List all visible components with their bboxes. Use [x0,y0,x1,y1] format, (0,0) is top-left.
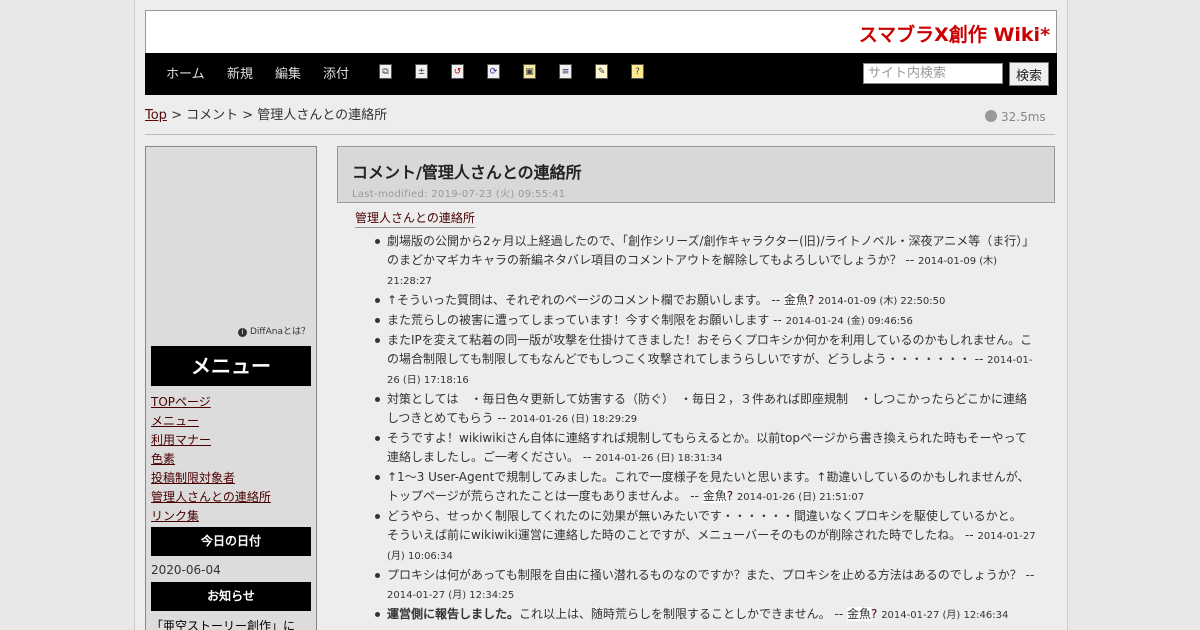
breadcrumb-current: 管理人さんとの連絡所 [257,108,388,123]
reload-icon[interactable]: ⟳ [487,64,500,79]
breadcrumb-comment-link[interactable]: コメント [186,108,238,123]
comment-item: どうやら、せっかく制限してくれたのに効果が無いみたいです・・・・・・間違いなくプ… [375,507,1037,566]
author-page-link[interactable]: ? [871,607,877,621]
speedometer-icon [985,110,997,122]
divider [145,134,1055,135]
sidebar-link-top[interactable]: TOPページ [151,393,211,410]
notice-item[interactable]: 「亜空ストーリー創作」に [151,617,295,630]
diffana-link[interactable]: i DiffAnaとは？ [237,324,310,337]
render-timing: 32.5ms [985,110,1046,124]
notice-title: お知らせ [151,582,311,611]
main-content: コメント/管理人さんとの連絡所 Last-modified: 2019-07-2… [337,146,1055,630]
freeze-icon[interactable]: ▣ [523,64,536,79]
diff-icon[interactable]: ± [415,64,428,79]
info-icon: i [237,328,247,337]
page-container: スマブラX創作 Wiki* ホーム 新規 編集 添付 ⧉ ± ↺ ⟳ ▣ ≡ ✎… [134,0,1068,630]
comment-timestamp: 2014-01-09 (木) 22:50:50 [818,296,946,307]
comment-timestamp: 2014-01-26 (日) 18:29:29 [509,414,638,425]
sidebar-link-pigment[interactable]: 色素 [151,450,175,467]
comment-list: 劇場版の公開から2ヶ月以上経過したので、「創作シリーズ/創作キャラクター(旧)/… [375,232,1037,625]
comment-timestamp: 2014-01-27 (月) 12:34:25 [387,590,515,601]
list-icon[interactable]: ≡ [559,64,572,79]
comment-item: またIPを変えて粘着の同一版が攻撃を仕掛けてきました！おそらくプロキシか何かを利… [375,331,1037,390]
comment-item: 対策としては ・毎日色々更新して妨害する（防ぐ） ・毎日２，３件あれば即座規制 … [375,390,1037,429]
sidebar: i DiffAnaとは？ メニュー TOPページ メニュー 利用マナー 色素 投稿… [145,146,317,630]
site-title[interactable]: スマブラX創作 Wiki* [859,20,1050,47]
breadcrumb-separator: > [166,108,187,123]
menu-title: メニュー [151,346,311,386]
comment-timestamp: 2014-01-26 (日) 18:31:34 [595,453,723,464]
breadcrumb: Top > コメント > 管理人さんとの連絡所 [145,104,387,123]
comment-item: そうですよ！wikiwikiさん自体に連絡すれば規制してもらえるとか。以前top… [375,429,1037,468]
nav-home-link[interactable]: ホーム [166,63,205,82]
sidebar-link-manners[interactable]: 利用マナー [151,431,211,448]
comment-timestamp: 2014-01-27 (月) 12:46:34 [881,610,1009,621]
diffana-label: DiffAnaとは？ [249,327,310,337]
today-title: 今日の日付 [151,527,311,556]
breadcrumb-separator: > [238,108,258,123]
recent-icon[interactable]: ✎ [595,64,608,79]
title-box: コメント/管理人さんとの連絡所 Last-modified: 2019-07-2… [337,146,1055,203]
backup-icon[interactable]: ↺ [451,64,464,79]
author-page-link[interactable]: ? [808,293,814,307]
comment-author: 金魚 [783,293,808,307]
sidebar-link-contact[interactable]: 管理人さんとの連絡所 [151,488,271,505]
section-heading: 管理人さんとの連絡所 [355,209,475,228]
comment-item: 劇場版の公開から2ヶ月以上経過したので、「創作シリーズ/創作キャラクター(旧)/… [375,232,1037,291]
sidebar-link-restricted[interactable]: 投稿制限対象者 [151,469,235,486]
comment-author: 金魚 [846,607,871,621]
site-header: スマブラX創作 Wiki* [145,10,1057,54]
help-icon[interactable]: ? [631,64,644,79]
nav-attach-link[interactable]: 添付 [323,63,349,82]
search-button[interactable]: 検索 [1009,62,1049,86]
author-page-link[interactable]: ? [727,489,733,503]
search-input[interactable] [863,63,1003,84]
comment-item: ↑そういった質問は、それぞれのページのコメント欄でお願いします。 -- 金魚? … [375,291,1037,311]
comment-item: また荒らしの被害に遭ってしまっています！今すぐ制限をお願いします -- 2014… [375,311,1037,331]
sidebar-link-menu[interactable]: メニュー [151,412,199,429]
ad-area [146,147,316,322]
sidebar-link-links[interactable]: リンク集 [151,507,199,524]
breadcrumb-top-link[interactable]: Top [145,108,167,123]
comment-timestamp: 2014-01-26 (日) 21:51:07 [736,492,865,503]
today-date: 2020-06-04 [151,563,221,577]
render-time: 32.5ms [1001,110,1046,124]
last-modified: Last-modified: 2019-07-23 (火) 09:55:41 [352,189,566,200]
comment-item: 運営側に報告しました。これ以上は、随時荒らしを制限することしかできません。 --… [375,605,1037,625]
comment-item: プロキシは何があっても制限を自由に掻い潜れるものなのですか？また、プロキシを止め… [375,566,1037,605]
nav-new-link[interactable]: 新規 [227,63,253,82]
page-title: コメント/管理人さんとの連絡所 [352,163,582,182]
comment-author: 金魚 [702,489,727,503]
copy-icon[interactable]: ⧉ [379,64,392,79]
navbar: ホーム 新規 編集 添付 ⧉ ± ↺ ⟳ ▣ ≡ ✎ ? 検索 [145,53,1057,95]
comment-item: ↑1～3 User-Agentで規制してみました。これで一度様子を見たいと思いま… [375,468,1037,507]
nav-edit-link[interactable]: 編集 [275,63,301,82]
comment-timestamp: 2014-01-24 (金) 09:46:56 [785,316,913,327]
